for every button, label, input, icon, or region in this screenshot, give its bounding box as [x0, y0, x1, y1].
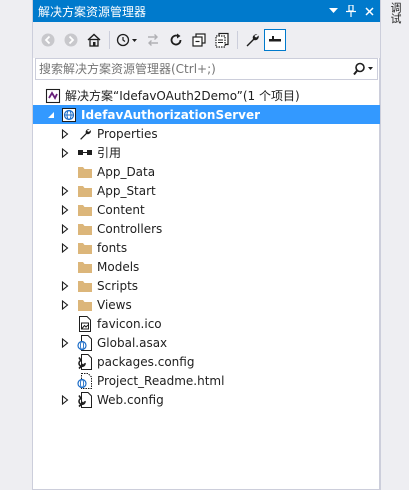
- collapse-all-icon[interactable]: [188, 29, 210, 51]
- collapsed-arrow-icon[interactable]: [59, 280, 71, 292]
- toolbar-separator: [109, 31, 110, 49]
- wrench-icon: [77, 126, 93, 142]
- tree-item-row[interactable]: 引用: [33, 143, 380, 162]
- tree-item-label: Scripts: [97, 278, 139, 293]
- search-input[interactable]: [39, 62, 351, 76]
- show-all-files-icon[interactable]: [211, 29, 233, 51]
- folder-icon: [77, 164, 93, 180]
- tree-item-row[interactable]: favicon.ico: [33, 314, 380, 333]
- tree-row-project[interactable]: IdefavAuthorizationServer: [33, 105, 380, 124]
- right-side-strip: [380, 0, 409, 490]
- solution-explorer-panel: 解决方案资源管理器 搜索解决方案资源管理器(Ctrl+;) 解决方案“Idefa…: [32, 0, 380, 490]
- collapsed-arrow-icon[interactable]: [59, 223, 71, 235]
- collapsed-arrow-icon[interactable]: [59, 242, 71, 254]
- tree-item-label: Web.config: [97, 392, 164, 407]
- toolbar-separator: [237, 31, 238, 49]
- tree-item-label: Controllers: [97, 221, 163, 236]
- tree-item-label: App_Data: [97, 164, 156, 179]
- project-label: IdefavAuthorizationServer: [81, 107, 261, 122]
- refresh-icon[interactable]: [165, 29, 187, 51]
- left-gutter: [0, 0, 32, 490]
- panel-toolbar: [33, 22, 380, 58]
- tree-item-row[interactable]: Properties: [33, 124, 380, 143]
- pending-changes-filter-icon[interactable]: [113, 29, 141, 51]
- tree-item-label: fonts: [97, 240, 128, 255]
- tree-item-label: Project_Readme.html: [97, 373, 225, 388]
- collapsed-arrow-icon[interactable]: [59, 128, 71, 140]
- tree-item-row[interactable]: Controllers: [33, 219, 380, 238]
- tree-item-row[interactable]: Global.asax: [33, 333, 380, 352]
- tree-item-label: Views: [97, 297, 132, 312]
- config-file-icon: [77, 353, 93, 370]
- tree-item-label: Properties: [97, 126, 158, 141]
- tree-item-row[interactable]: Models: [33, 257, 380, 276]
- tree-item-label: packages.config: [97, 354, 195, 369]
- html-file-icon: [77, 372, 93, 389]
- tree-item-row[interactable]: App_Data: [33, 162, 380, 181]
- tree-item-row[interactable]: fonts: [33, 238, 380, 257]
- collapsed-arrow-icon[interactable]: [59, 394, 71, 406]
- back-icon[interactable]: [37, 29, 59, 51]
- preview-selected-items-icon[interactable]: [264, 29, 286, 51]
- config-file-icon: [77, 391, 93, 408]
- panel-title: 解决方案资源管理器: [38, 4, 147, 19]
- dropdown-icon[interactable]: [326, 4, 340, 18]
- tree-row-solution[interactable]: 解决方案“IdefavOAuth2Demo”(1 个项目): [33, 86, 380, 105]
- collapsed-arrow-icon[interactable]: [59, 147, 71, 159]
- collapsed-arrow-icon[interactable]: [59, 185, 71, 197]
- folder-icon: [77, 278, 93, 294]
- tree-item-label: App_Start: [97, 183, 156, 198]
- folder-icon: [77, 259, 93, 275]
- tree-item-row[interactable]: Views: [33, 295, 380, 314]
- folder-icon: [77, 183, 93, 199]
- solution-icon: [45, 88, 61, 104]
- pin-icon[interactable]: [344, 4, 358, 18]
- search-box[interactable]: [35, 58, 378, 80]
- tree-item-label: Models: [97, 259, 140, 274]
- web-project-icon: [61, 107, 77, 123]
- tree-item-row[interactable]: Project_Readme.html: [33, 371, 380, 390]
- tree-item-label: Content: [97, 202, 145, 217]
- tree-item-row[interactable]: App_Start: [33, 181, 380, 200]
- folder-icon: [77, 297, 93, 313]
- tree-item-row[interactable]: Web.config: [33, 390, 380, 409]
- home-icon[interactable]: [83, 29, 105, 51]
- collapsed-arrow-icon[interactable]: [59, 337, 71, 349]
- folder-icon: [77, 240, 93, 256]
- properties-wrench-icon[interactable]: [241, 29, 263, 51]
- asax-file-icon: [77, 334, 93, 351]
- panel-title-bar: 解决方案资源管理器: [33, 0, 380, 22]
- forward-icon[interactable]: [60, 29, 82, 51]
- references-icon: [77, 145, 93, 161]
- folder-icon: [77, 202, 93, 218]
- tree-item-label: favicon.ico: [97, 316, 162, 331]
- close-icon[interactable]: [362, 4, 376, 18]
- collapsed-arrow-icon[interactable]: [59, 299, 71, 311]
- collapsed-arrow-icon[interactable]: [59, 204, 71, 216]
- tree-item-row[interactable]: Content: [33, 200, 380, 219]
- sync-with-document-icon[interactable]: [142, 29, 164, 51]
- tree-item-label: Global.asax: [97, 335, 168, 350]
- folder-icon: [77, 221, 93, 237]
- tree-item-row[interactable]: packages.config: [33, 352, 380, 371]
- image-file-icon: [77, 315, 93, 332]
- tree-item-label: 引用: [97, 146, 122, 160]
- search-icon[interactable]: [351, 59, 377, 79]
- debug-side-tab[interactable]: 调试: [386, 2, 402, 24]
- solution-label: 解决方案“IdefavOAuth2Demo”(1 个项目): [65, 89, 300, 103]
- expanded-arrow-icon[interactable]: [45, 109, 57, 121]
- tree-item-row[interactable]: Scripts: [33, 276, 380, 295]
